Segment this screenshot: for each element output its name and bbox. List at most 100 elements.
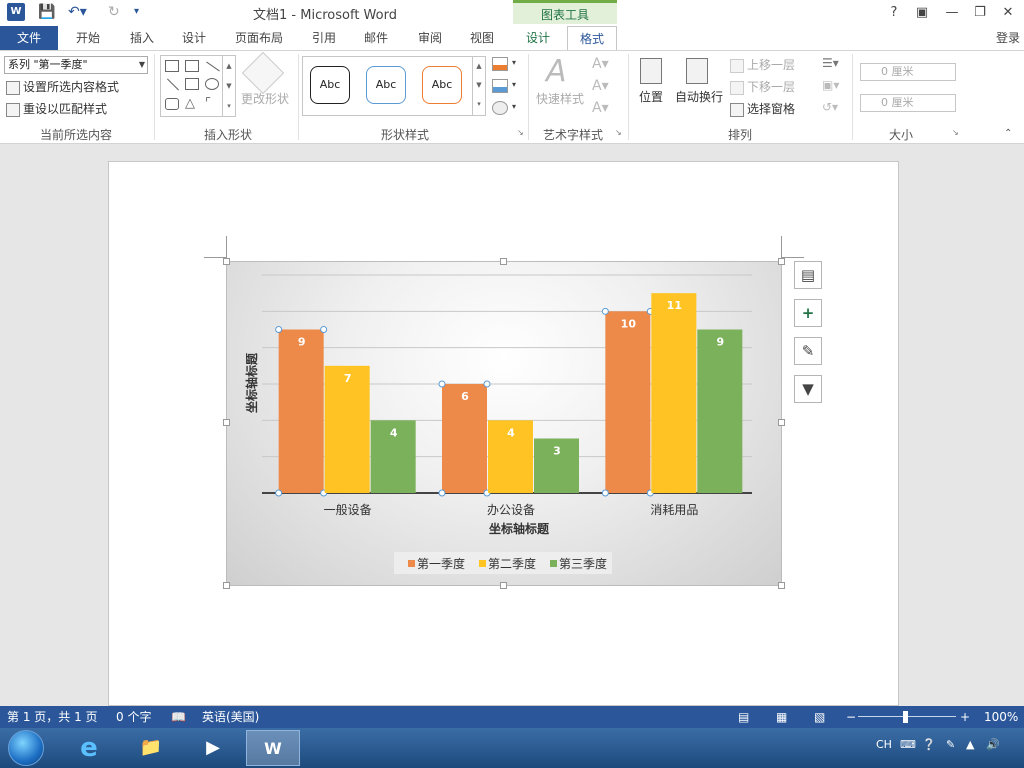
- proofing-icon[interactable]: 📖: [171, 706, 186, 728]
- chevron-down-icon[interactable]: ▾: [512, 102, 516, 111]
- shape-styles-gallery-scroll[interactable]: ▲ ▼ ▾: [472, 57, 485, 115]
- keyboard-icon[interactable]: ⌨: [900, 738, 916, 751]
- resize-handle[interactable]: [500, 258, 507, 265]
- chart-filter-icon[interactable]: ▼: [794, 375, 822, 403]
- selection-handle[interactable]: [275, 326, 283, 333]
- shape-width-field[interactable]: 0 厘米: [860, 94, 956, 112]
- redo-icon[interactable]: ↻: [108, 3, 120, 21]
- pen-icon[interactable]: ✎: [946, 738, 955, 751]
- show-hidden-icons[interactable]: ▲: [966, 738, 974, 751]
- selection-handle[interactable]: [483, 380, 491, 388]
- zoom-level[interactable]: 100%: [984, 706, 1018, 728]
- read-mode-icon[interactable]: ▤: [738, 706, 749, 728]
- selection-handle[interactable]: [438, 380, 446, 388]
- rotate-icon[interactable]: ↺▾: [822, 100, 838, 114]
- zoom-out-icon[interactable]: −: [846, 706, 856, 728]
- shapes-gallery-scroll[interactable]: ▲ ▼ ▾: [222, 56, 235, 116]
- resize-handle[interactable]: [223, 582, 230, 589]
- page-count[interactable]: 第 1 页，共 1 页: [7, 706, 98, 728]
- rectangle-shape-icon[interactable]: [185, 78, 199, 90]
- tab-review[interactable]: 审阅: [408, 26, 452, 50]
- bar[interactable]: [651, 293, 697, 493]
- word-app-icon[interactable]: W: [7, 3, 25, 21]
- internet-explorer-icon[interactable]: e: [62, 730, 116, 766]
- tab-design[interactable]: 设计: [172, 26, 216, 50]
- input-language-indicator[interactable]: CH: [876, 738, 892, 751]
- resize-handle[interactable]: [223, 258, 230, 265]
- dialog-launcher-icon[interactable]: ↘: [952, 128, 959, 137]
- x-axis-title[interactable]: 坐标轴标题: [489, 521, 550, 536]
- reset-to-match-style-button[interactable]: 重设以匹配样式: [6, 100, 107, 118]
- media-player-icon[interactable]: ▶: [186, 730, 240, 766]
- restore-icon[interactable]: ❐: [968, 3, 992, 23]
- quick-styles-button[interactable]: 快速样式: [536, 90, 584, 107]
- text-outline-icon[interactable]: A▾: [592, 78, 609, 94]
- tab-mailings[interactable]: 邮件: [354, 26, 398, 50]
- connector-shape-icon[interactable]: ⌜: [205, 96, 211, 111]
- bar[interactable]: [278, 329, 324, 494]
- ribbon-display-icon[interactable]: ▣: [910, 3, 934, 23]
- resize-handle[interactable]: [223, 419, 230, 426]
- chart-elements-plus-icon[interactable]: +: [794, 299, 822, 327]
- shape-style-2[interactable]: Abc: [366, 66, 406, 104]
- tab-page-layout[interactable]: 页面布局: [228, 26, 290, 50]
- format-selection-button[interactable]: 设置所选内容格式: [6, 78, 119, 96]
- resize-handle[interactable]: [778, 258, 785, 265]
- file-explorer-icon[interactable]: 📁: [124, 730, 178, 766]
- position-button[interactable]: 位置: [639, 88, 663, 106]
- vertical-textbox-shape-icon[interactable]: [185, 60, 199, 72]
- shape-style-1[interactable]: Abc: [310, 66, 350, 104]
- dialog-launcher-icon[interactable]: ↘: [517, 128, 524, 137]
- collapse-ribbon-icon[interactable]: ⌃: [1004, 128, 1012, 139]
- selection-handle[interactable]: [601, 489, 609, 497]
- zoom-in-icon[interactable]: +: [960, 706, 970, 728]
- tab-home[interactable]: 开始: [66, 26, 110, 50]
- oval-shape-icon[interactable]: [205, 78, 219, 90]
- word-taskbar-icon[interactable]: W: [246, 730, 300, 766]
- close-icon[interactable]: ✕: [996, 3, 1020, 23]
- tab-view[interactable]: 视图: [460, 26, 504, 50]
- chart-styles-brush-icon[interactable]: ✎: [794, 337, 822, 365]
- rounded-rectangle-shape-icon[interactable]: [165, 98, 179, 110]
- web-layout-icon[interactable]: ▧: [814, 706, 825, 728]
- selection-handle[interactable]: [601, 307, 609, 315]
- minimize-icon[interactable]: —: [940, 3, 964, 23]
- tab-chart-design[interactable]: 设计: [513, 26, 563, 50]
- arrow-shape-icon[interactable]: [166, 78, 180, 91]
- chart-plot-svg[interactable]: 974一般设备643办公设备10119消耗用品坐标轴标题坐标轴标题第一季度 第二季…: [226, 261, 782, 586]
- selection-handle[interactable]: [275, 489, 283, 497]
- bring-forward-button[interactable]: 上移一层: [730, 56, 795, 74]
- shape-fill-icon[interactable]: [492, 57, 508, 71]
- chevron-down-icon[interactable]: ▾: [512, 58, 516, 67]
- selection-pane-button[interactable]: 选择窗格: [730, 100, 795, 118]
- language-indicator[interactable]: 英语(美国): [202, 706, 259, 728]
- shape-height-field[interactable]: 0 厘米: [860, 63, 956, 81]
- tab-insert[interactable]: 插入: [120, 26, 164, 50]
- bar[interactable]: [697, 329, 743, 494]
- text-effects-icon[interactable]: A▾: [592, 100, 609, 116]
- customize-qat-icon[interactable]: ▾: [134, 3, 139, 21]
- shape-style-3[interactable]: Abc: [422, 66, 462, 104]
- resize-handle[interactable]: [778, 419, 785, 426]
- selection-handle[interactable]: [438, 489, 446, 497]
- shape-effects-icon[interactable]: [492, 101, 508, 115]
- triangle-shape-icon[interactable]: △: [185, 96, 195, 111]
- chevron-down-icon[interactable]: ▾: [512, 80, 516, 89]
- save-icon[interactable]: 💾: [38, 3, 55, 21]
- align-icon[interactable]: ☰▾: [822, 56, 839, 70]
- send-backward-button[interactable]: 下移一层: [730, 78, 795, 96]
- group-icon[interactable]: ▣▾: [822, 78, 839, 92]
- y-axis-title[interactable]: 坐标轴标题: [244, 352, 259, 413]
- resize-handle[interactable]: [500, 582, 507, 589]
- chart-elements-dropdown[interactable]: 系列 "第一季度": [4, 56, 148, 74]
- help-icon[interactable]: ?: [882, 3, 906, 23]
- undo-icon[interactable]: ↶▾: [68, 3, 87, 21]
- word-count[interactable]: 0 个字: [116, 706, 151, 728]
- textbox-shape-icon[interactable]: [165, 60, 179, 72]
- start-button-icon[interactable]: [8, 730, 44, 766]
- chevron-down-icon[interactable]: ▼: [136, 56, 148, 74]
- tab-file[interactable]: 文件: [0, 26, 58, 50]
- text-fill-icon[interactable]: A▾: [592, 56, 609, 72]
- chart-layout-icon[interactable]: ▤: [794, 261, 822, 289]
- sign-in-link[interactable]: 登录: [996, 26, 1020, 50]
